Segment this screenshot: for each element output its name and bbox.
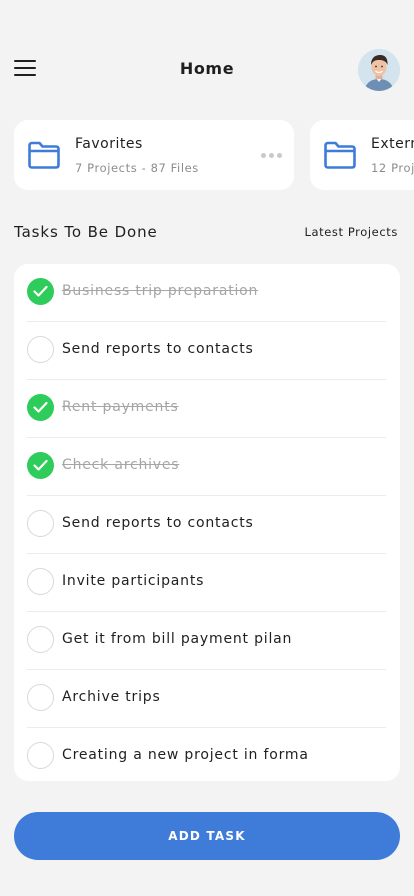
checkbox-empty-icon[interactable] xyxy=(27,568,54,595)
more-dots-icon[interactable] xyxy=(261,153,282,159)
task-item[interactable]: Business trip preparation xyxy=(14,264,400,322)
checkbox-checked-icon[interactable] xyxy=(27,278,54,305)
app-header: Home xyxy=(0,40,414,100)
task-item[interactable]: Archive trips xyxy=(14,670,400,728)
task-label: Invite participants xyxy=(62,573,205,589)
task-item[interactable]: Invite participants xyxy=(14,554,400,612)
project-cards-carousel[interactable]: Favorites 7 Projects - 87 Files Extern 1… xyxy=(14,120,414,190)
task-label: Business trip preparation xyxy=(62,283,259,299)
folder-icon xyxy=(323,140,357,170)
card-meta: 12 Proj xyxy=(371,161,414,175)
tasks-section-header: Tasks To Be Done Latest Projects xyxy=(14,222,400,244)
card-title: Favorites xyxy=(75,136,143,152)
page-title: Home xyxy=(179,59,235,78)
task-item[interactable]: Get it from bill payment pilan xyxy=(14,612,400,670)
task-label: Creating a new project in forma xyxy=(62,747,309,763)
task-label: Get it from bill payment pilan xyxy=(62,631,293,647)
checkbox-checked-icon[interactable] xyxy=(27,452,54,479)
task-label: Rent payments xyxy=(62,399,179,415)
task-item[interactable]: Creating a new project in forma xyxy=(14,728,400,786)
avatar[interactable] xyxy=(358,49,400,91)
task-item[interactable]: Check archives xyxy=(14,438,400,496)
task-label: Send reports to contacts xyxy=(62,515,254,531)
project-card-favorites[interactable]: Favorites 7 Projects - 87 Files xyxy=(14,120,294,190)
checkbox-checked-icon[interactable] xyxy=(27,394,54,421)
checkbox-empty-icon[interactable] xyxy=(27,510,54,537)
task-item[interactable]: Rent payments xyxy=(14,380,400,438)
checkbox-empty-icon[interactable] xyxy=(27,684,54,711)
task-item[interactable]: Send reports to contacts xyxy=(14,496,400,554)
section-title: Tasks To Be Done xyxy=(14,223,158,241)
card-meta: 7 Projects - 87 Files xyxy=(75,161,199,175)
card-title: Extern xyxy=(371,136,414,152)
project-card-extern[interactable]: Extern 12 Proj xyxy=(310,120,414,190)
latest-projects-link[interactable]: Latest Projects xyxy=(304,225,398,239)
task-list: Business trip preparation Send reports t… xyxy=(14,264,400,781)
add-task-button[interactable]: ADD TASK xyxy=(14,812,400,860)
checkbox-empty-icon[interactable] xyxy=(27,742,54,769)
task-item[interactable]: Send reports to contacts xyxy=(14,322,400,380)
task-label: Archive trips xyxy=(62,689,161,705)
checkbox-empty-icon[interactable] xyxy=(27,336,54,363)
task-label: Send reports to contacts xyxy=(62,341,254,357)
checkbox-empty-icon[interactable] xyxy=(27,626,54,653)
folder-icon xyxy=(27,140,61,170)
task-label: Check archives xyxy=(62,457,180,473)
